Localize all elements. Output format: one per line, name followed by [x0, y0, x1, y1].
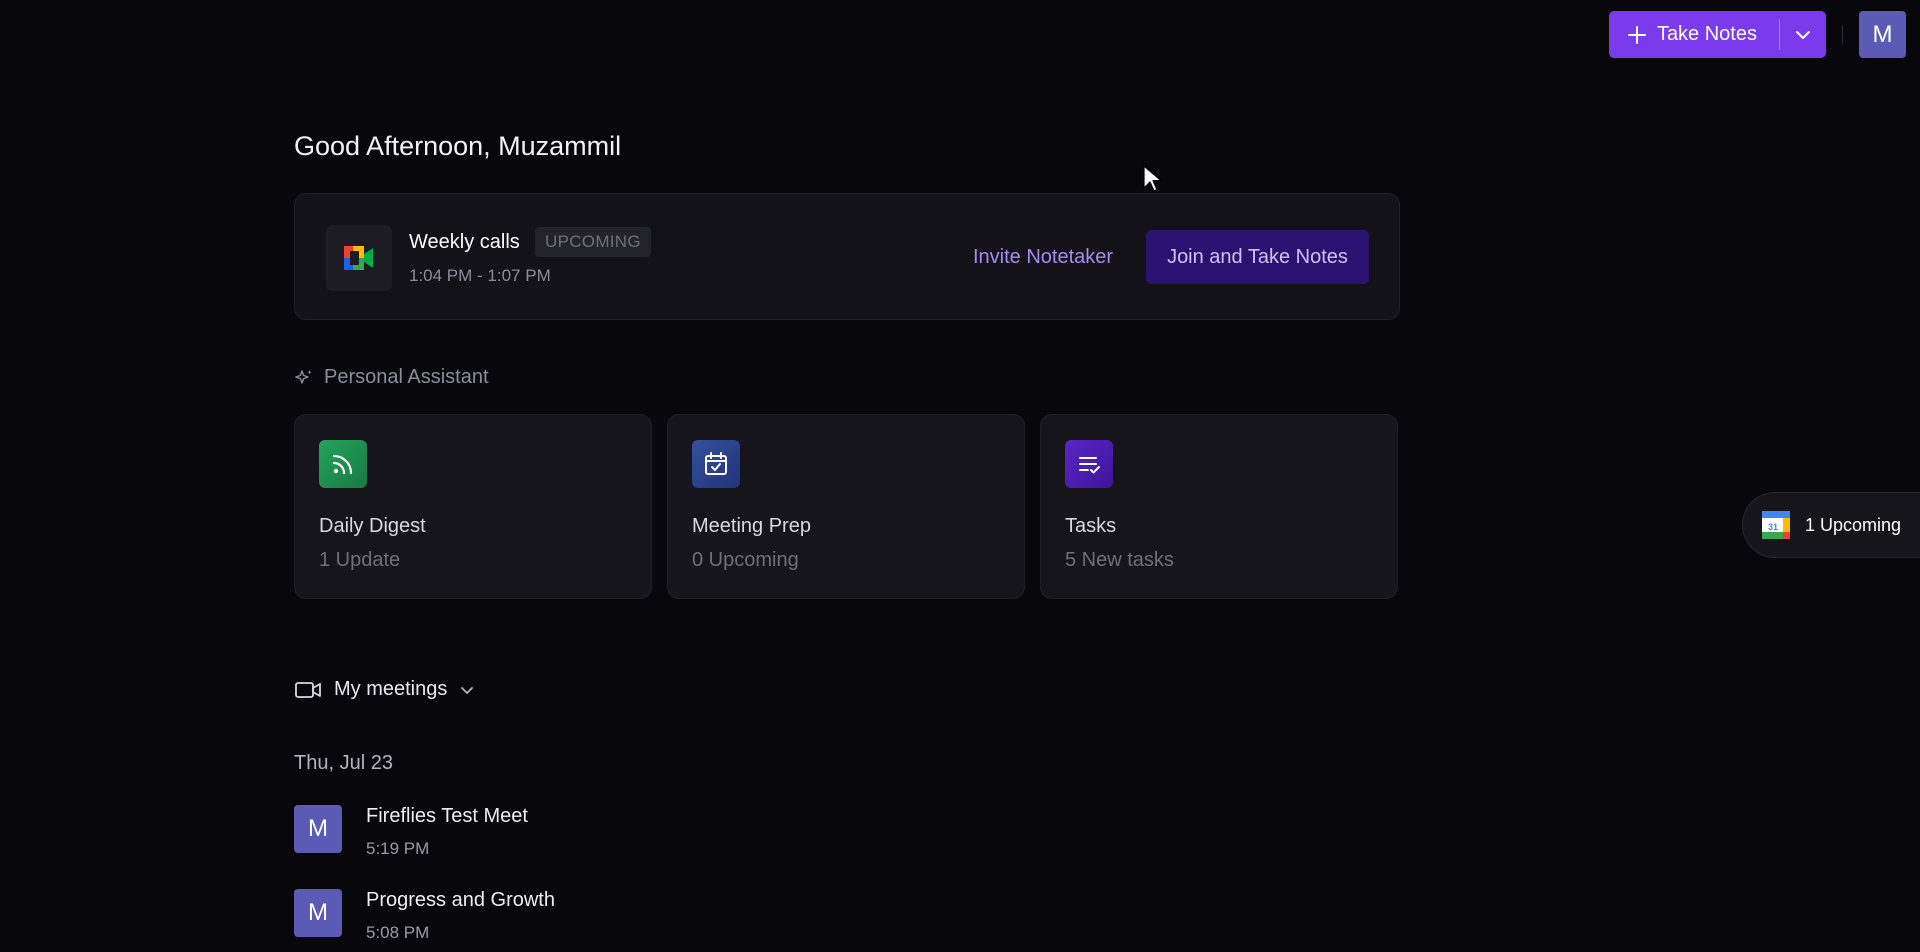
tasks-card[interactable]: Tasks 5 New tasks [1040, 414, 1398, 599]
take-notes-button[interactable]: Take Notes [1609, 11, 1779, 58]
top-toolbar: Take Notes M [1608, 11, 1906, 58]
pa-card-subtitle: 1 Update [319, 549, 401, 571]
take-notes-label: Take Notes [1656, 23, 1757, 45]
meetings-date-label: Thu, Jul 23 [294, 752, 393, 774]
my-meetings-label: My meetings [334, 678, 448, 700]
plus-icon [1627, 25, 1646, 44]
pa-card-title: Meeting Prep [692, 515, 811, 537]
upcoming-meeting-card: Weekly calls UPCOMING 1:04 PM - 1:07 PM … [294, 193, 1400, 320]
google-meet-icon [344, 246, 373, 270]
toolbar-divider [1842, 25, 1843, 44]
daily-digest-card[interactable]: Daily Digest 1 Update [294, 414, 652, 599]
meeting-avatar: M [294, 805, 342, 853]
rss-icon [332, 454, 353, 475]
pa-card-title: Tasks [1065, 515, 1117, 537]
personal-assistant-label: Personal Assistant [324, 366, 489, 388]
chevron-down-icon [1796, 30, 1810, 39]
list-check-icon [1079, 457, 1100, 474]
pa-icon-tile [319, 440, 367, 488]
pa-card-subtitle: 5 New tasks [1065, 549, 1174, 571]
upcoming-pill-label: 1 Upcoming [1805, 514, 1902, 535]
personal-assistant-heading: Personal Assistant [294, 366, 489, 389]
meeting-title: Fireflies Test Meet [366, 805, 528, 827]
google-calendar-icon: 31 [1762, 511, 1790, 539]
calendar-check-icon [705, 452, 727, 475]
invite-notetaker-link[interactable]: Invite Notetaker [973, 246, 1113, 269]
meeting-avatar: M [294, 889, 342, 937]
sparkle-icon [295, 369, 312, 384]
meeting-list-item[interactable]: M Fireflies Test Meet 5:19 PM [294, 805, 894, 865]
meeting-time: 5:19 PM [366, 839, 430, 858]
upcoming-meeting-time: 1:04 PM - 1:07 PM [409, 266, 551, 285]
pa-icon-tile [1065, 440, 1113, 488]
upcoming-status-badge: UPCOMING [535, 227, 651, 257]
calendar-day-number: 31 [1768, 522, 1778, 532]
video-camera-icon [295, 681, 321, 698]
app-page: Take Notes M Good Afternoon, Muzammil We… [0, 0, 1920, 952]
upcoming-calendar-pill[interactable]: 31 1 Upcoming [1742, 492, 1920, 558]
pa-icon-tile [692, 440, 740, 488]
mouse-cursor-icon [1143, 165, 1162, 192]
meeting-time: 5:08 PM [366, 923, 430, 942]
pa-card-title: Daily Digest [319, 515, 426, 537]
take-notes-split-button: Take Notes [1608, 11, 1826, 58]
meeting-app-icon-box [326, 225, 392, 291]
meeting-prep-card[interactable]: Meeting Prep 0 Upcoming [667, 414, 1025, 599]
page-greeting: Good Afternoon, Muzammil [294, 131, 622, 161]
chevron-down-icon [461, 686, 474, 694]
upcoming-meeting-title: Weekly calls [409, 231, 520, 253]
join-and-take-notes-button[interactable]: Join and Take Notes [1146, 230, 1369, 284]
my-meetings-dropdown[interactable]: My meetings [294, 678, 475, 701]
meeting-list-item[interactable]: M Progress and Growth 5:08 PM [294, 889, 894, 949]
take-notes-dropdown-button[interactable] [1780, 11, 1826, 58]
meeting-title: Progress and Growth [366, 889, 555, 911]
pa-card-subtitle: 0 Upcoming [692, 549, 799, 571]
user-avatar[interactable]: M [1859, 11, 1906, 58]
